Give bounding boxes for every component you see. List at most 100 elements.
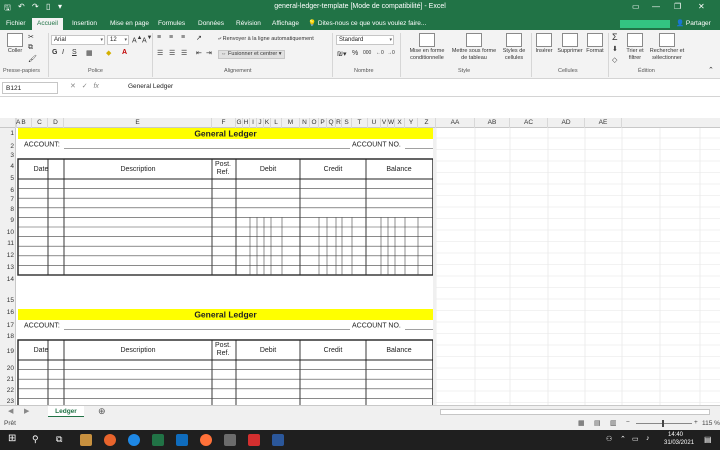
name-box[interactable]: B121	[2, 82, 58, 94]
underline-icon[interactable]: S	[72, 49, 77, 56]
page-layout-view-icon[interactable]: ▤	[594, 419, 601, 427]
orientation-icon[interactable]: ↗	[196, 34, 202, 42]
tab-file[interactable]: Fichier	[6, 18, 26, 30]
sort-filter-button[interactable]: Trier et filtrer	[624, 33, 646, 62]
borders-icon[interactable]: ▦	[86, 49, 93, 57]
insert-cells-button[interactable]: Insérer	[533, 33, 555, 55]
minimize-icon[interactable]: —	[652, 2, 660, 11]
column-header[interactable]: X	[395, 118, 405, 128]
column-header[interactable]: Q	[327, 118, 336, 128]
align-bottom-icon[interactable]: ≡	[181, 34, 185, 41]
find-select-button[interactable]: Rechercher et sélectionner	[646, 33, 688, 62]
increase-decimal-icon[interactable]: ←0	[376, 50, 384, 56]
decrease-indent-icon[interactable]: ⇤	[196, 49, 202, 57]
column-header[interactable]: N	[300, 118, 310, 128]
add-sheet-icon[interactable]: ⊕	[98, 406, 106, 417]
zoom-thumb[interactable]	[662, 420, 664, 427]
column-header[interactable]: W	[388, 118, 395, 128]
function-icon[interactable]: fx	[93, 83, 98, 90]
grow-font-icon[interactable]: A▲	[132, 35, 142, 44]
column-header[interactable]: AA	[436, 118, 475, 128]
confirm-formula-icon[interactable]: ✓	[82, 83, 88, 90]
column-header[interactable]: U	[368, 118, 381, 128]
select-all-corner[interactable]	[0, 118, 16, 128]
increase-indent-icon[interactable]: ⇥	[206, 49, 212, 57]
row-header[interactable]: 20	[0, 365, 16, 372]
collapse-ribbon-icon[interactable]: ⌃	[708, 66, 714, 74]
column-header[interactable]: G	[236, 118, 243, 128]
notifications-icon[interactable]: ▤	[704, 435, 712, 444]
row-header[interactable]: 1	[0, 130, 16, 137]
cut-icon[interactable]: ✂	[28, 33, 34, 41]
tray-chevron-icon[interactable]: ⌃	[620, 435, 626, 443]
volume-icon[interactable]: ♪	[646, 435, 650, 442]
row-header[interactable]: 8	[0, 206, 16, 213]
row-header[interactable]: 22	[0, 387, 16, 394]
firefox-alt-icon[interactable]	[200, 434, 212, 446]
shrink-font-icon[interactable]: A▼	[142, 35, 152, 44]
row-header[interactable]: 4	[0, 163, 16, 170]
people-icon[interactable]: ⚇	[606, 435, 612, 443]
row-header[interactable]: 16	[0, 309, 16, 316]
maximize-icon[interactable]: ❐	[674, 2, 681, 11]
column-header[interactable]: Y	[405, 118, 418, 128]
row-header[interactable]: 2	[0, 143, 16, 150]
column-header[interactable]: V	[381, 118, 388, 128]
column-header[interactable]: AD	[548, 118, 585, 128]
font-color-icon[interactable]: A	[122, 49, 127, 56]
column-header[interactable]: Z	[418, 118, 436, 128]
ribbon-display-icon[interactable]: ▭	[632, 2, 640, 11]
row-header[interactable]: 15	[0, 297, 16, 304]
fill-icon[interactable]: ⬇	[612, 45, 618, 53]
acrobat-icon[interactable]	[248, 434, 260, 446]
tab-review[interactable]: Révision	[236, 18, 261, 30]
outlook-icon[interactable]	[176, 434, 188, 446]
zoom-out-icon[interactable]: −	[626, 419, 630, 426]
app-icon[interactable]	[224, 434, 236, 446]
paste-button[interactable]: Coller	[4, 33, 26, 55]
row-header[interactable]: 17	[0, 322, 16, 329]
column-header[interactable]: D	[48, 118, 64, 128]
conditional-format-button[interactable]: Mise en forme conditionnelle	[404, 33, 450, 62]
row-header[interactable]: 9	[0, 217, 16, 224]
copy-icon[interactable]: ⧉	[28, 44, 33, 52]
clock-date[interactable]: 31/03/2021	[664, 440, 694, 446]
cancel-formula-icon[interactable]: ✕	[70, 83, 76, 90]
column-header[interactable]: F	[212, 118, 236, 128]
scroll-right-icon[interactable]: ▶	[24, 407, 29, 415]
row-header[interactable]: 12	[0, 252, 16, 259]
row-header[interactable]: 18	[0, 333, 16, 340]
column-header[interactable]: AB	[475, 118, 510, 128]
page-break-view-icon[interactable]: ▥	[610, 419, 617, 427]
task-view-icon[interactable]: ⧉	[56, 434, 62, 445]
tab-view[interactable]: Affichage	[272, 18, 299, 30]
number-format-combo[interactable]: Standard ▾	[336, 35, 394, 45]
merge-center-button[interactable]: ⇔ Fusionner et centrer ▾	[218, 50, 285, 59]
tell-me-box[interactable]: 💡 Dites-nous ce que vous voulez faire...	[308, 18, 426, 30]
column-header[interactable]: L	[271, 118, 282, 128]
file-explorer-icon[interactable]	[80, 434, 92, 446]
share-button[interactable]: 👤 Partager	[676, 18, 711, 30]
autosum-icon[interactable]: Σ	[612, 32, 618, 42]
bold-icon[interactable]: G	[52, 49, 57, 56]
row-header[interactable]: 6	[0, 187, 16, 194]
row-header[interactable]: 11	[0, 240, 16, 247]
excel-icon[interactable]	[152, 434, 164, 446]
column-header[interactable]: AE	[585, 118, 622, 128]
column-header[interactable]: E	[64, 118, 212, 128]
row-header[interactable]: 10	[0, 229, 16, 236]
column-header[interactable]: P	[319, 118, 327, 128]
wrap-text-button[interactable]: ⤶ Renvoyer à la ligne automatiquement	[218, 36, 314, 43]
format-as-table-button[interactable]: Mettre sous forme de tableau	[450, 33, 498, 62]
delete-cells-button[interactable]: Supprimer	[556, 33, 584, 55]
close-icon[interactable]: ✕	[698, 2, 705, 11]
firefox-icon[interactable]	[104, 434, 116, 446]
format-painter-icon[interactable]: 🖌	[28, 55, 37, 63]
fill-color-icon[interactable]: ◆	[106, 49, 111, 57]
row-header[interactable]: 7	[0, 196, 16, 203]
column-header[interactable]: K	[264, 118, 271, 128]
column-header[interactable]: O	[310, 118, 319, 128]
tab-insert[interactable]: Insertion	[72, 18, 97, 30]
currency-icon[interactable]: ₪▾	[337, 50, 346, 58]
cell-styles-button[interactable]: Styles de cellules	[498, 33, 530, 62]
